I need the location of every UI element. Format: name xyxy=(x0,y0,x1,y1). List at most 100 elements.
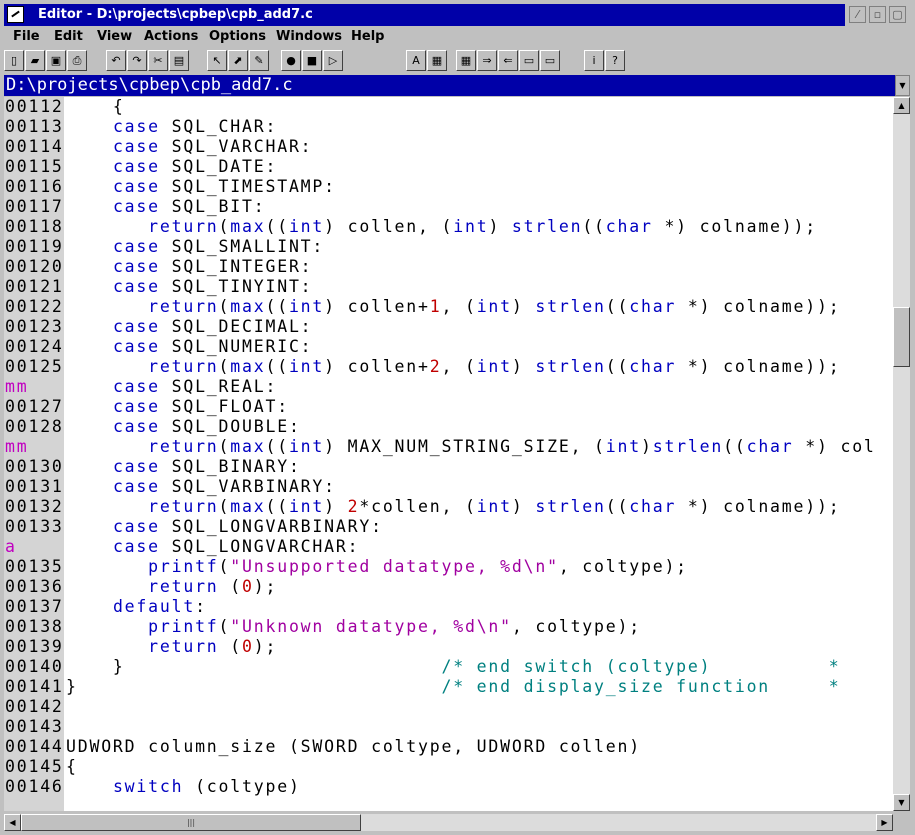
tile-button[interactable]: ▦ xyxy=(456,50,476,71)
title-bar[interactable]: Editor - D:\projects\cpbep\cpb_add7.c xyxy=(4,4,845,26)
code-line[interactable]: 00112 { xyxy=(4,97,893,117)
cut-button[interactable]: ✂ xyxy=(148,50,168,71)
menu-file[interactable]: File xyxy=(13,29,40,44)
line-marker: a xyxy=(5,537,17,556)
code-line[interactable]: 00133 case SQL_LONGVARBINARY: xyxy=(4,517,893,537)
compile-button[interactable]: ▭ xyxy=(519,50,539,71)
code-text: return(max((int) 2*collen, (int) strlen(… xyxy=(148,497,841,516)
new-file-icon: ▯ xyxy=(10,54,18,67)
horizontal-scrollbar[interactable]: ◀ ||| ▶ xyxy=(4,814,893,831)
new-file-button[interactable]: ▯ xyxy=(4,50,24,71)
code-text: case SQL_LONGVARBINARY: xyxy=(112,517,383,536)
code-line[interactable]: 00118 return(max((int) collen, (int) str… xyxy=(4,217,893,237)
minimize-button[interactable]: ⁄ xyxy=(849,6,866,23)
undo-button[interactable]: ↶ xyxy=(106,50,126,71)
menu-options[interactable]: Options xyxy=(209,29,266,44)
line-number: 00142 xyxy=(5,697,64,716)
play-icon: ▷ xyxy=(328,54,338,67)
redo-button[interactable]: ↷ xyxy=(127,50,147,71)
code-line[interactable]: 00117 case SQL_BIT: xyxy=(4,197,893,217)
code-line[interactable]: 00136 return (0); xyxy=(4,577,893,597)
code-line[interactable]: 00135 printf("Unsupported datatype, %d\n… xyxy=(4,557,893,577)
folder-arrow-button[interactable]: ⇒ xyxy=(477,50,497,71)
open-folder-button[interactable]: ▰ xyxy=(25,50,45,71)
menu-edit[interactable]: Edit xyxy=(54,29,83,44)
code-line[interactable]: 00127 case SQL_FLOAT: xyxy=(4,397,893,417)
code-line[interactable]: a case SQL_LONGVARCHAR: xyxy=(4,537,893,557)
code-line[interactable]: 00138 printf("Unknown datatype, %d\n", c… xyxy=(4,617,893,637)
select-icon: ⬈ xyxy=(233,54,243,67)
play-button[interactable]: ▷ xyxy=(323,50,343,71)
toolbar: ▯ ▰ ▣ ⎙ ↶ ↷ ✂ ▤ ↖ ⬈ ✎ ● ■ ▷ A ▦ ▦ ⇒ ⇐ ▭ ▭ i? xyxy=(4,49,909,73)
line-number: 00141 xyxy=(5,677,64,696)
code-text: case SQL_DECIMAL: xyxy=(112,317,313,336)
menu-view[interactable]: View xyxy=(97,29,132,44)
code-line[interactable]: 00122 return(max((int) collen+1, (int) s… xyxy=(4,297,893,317)
build-button[interactable]: ▭ xyxy=(540,50,560,71)
code-line[interactable]: 00139 return (0); xyxy=(4,637,893,657)
code-line[interactable]: 00114 case SQL_VARCHAR: xyxy=(4,137,893,157)
code-line[interactable]: 00132 return(max((int) 2*collen, (int) s… xyxy=(4,497,893,517)
scroll-left-button[interactable]: ◀ xyxy=(4,814,21,831)
line-number: 00131 xyxy=(5,477,64,496)
code-line[interactable]: 00125 return(max((int) collen+2, (int) s… xyxy=(4,357,893,377)
file-path-bar[interactable]: D:\projects\cpbep\cpb_add7.c xyxy=(4,75,895,96)
vertical-scrollbar[interactable]: ▲ ▼ xyxy=(893,97,910,811)
select-button[interactable]: ⬈ xyxy=(228,50,248,71)
record-button[interactable]: ● xyxy=(281,50,301,71)
code-line[interactable]: 00128 case SQL_DOUBLE: xyxy=(4,417,893,437)
editor-app-icon[interactable] xyxy=(7,6,24,23)
restore-button[interactable]: ▫ xyxy=(869,6,886,23)
menu-help[interactable]: Help xyxy=(351,29,384,44)
stop-button[interactable]: ■ xyxy=(302,50,322,71)
cursor-button[interactable]: ↖ xyxy=(207,50,227,71)
save-button[interactable]: ▣ xyxy=(46,50,66,71)
code-line[interactable]: 00145{ xyxy=(4,757,893,777)
compile-icon: ▭ xyxy=(523,54,535,67)
grid-button[interactable]: ▦ xyxy=(427,50,447,71)
folder-arrow-icon: ⇒ xyxy=(482,54,492,67)
code-line[interactable]: 00141} /* end display_size function * xyxy=(4,677,893,697)
code-text: return(max((int) MAX_NUM_STRING_SIZE, (i… xyxy=(148,437,876,456)
info-button[interactable]: i xyxy=(584,50,604,71)
print-button[interactable]: ⎙ xyxy=(67,50,87,71)
path-dropdown-button[interactable]: ▼ xyxy=(895,75,910,96)
code-line[interactable]: 00142 xyxy=(4,697,893,717)
code-text: case SQL_DOUBLE: xyxy=(112,417,301,436)
code-line[interactable]: 00137 default: xyxy=(4,597,893,617)
maximize-button[interactable]: ▢ xyxy=(889,6,906,23)
code-line[interactable]: 00113 case SQL_CHAR: xyxy=(4,117,893,137)
code-line[interactable]: 00144 UDWORD column_size (SWORD coltype, … xyxy=(4,737,893,757)
horizontal-scroll-thumb[interactable]: ||| xyxy=(21,814,361,831)
scroll-down-button[interactable]: ▼ xyxy=(893,794,910,811)
font-button[interactable]: A xyxy=(406,50,426,71)
code-line[interactable]: 00115 case SQL_DATE: xyxy=(4,157,893,177)
code-line[interactable]: 00143 xyxy=(4,717,893,737)
scroll-right-button[interactable]: ▶ xyxy=(876,814,893,831)
help-button[interactable]: ? xyxy=(605,50,625,71)
code-line[interactable]: mm case SQL_REAL: xyxy=(4,377,893,397)
menu-actions[interactable]: Actions xyxy=(144,29,198,44)
line-number: 00127 xyxy=(5,397,64,416)
pencil-button[interactable]: ✎ xyxy=(249,50,269,71)
vertical-scroll-thumb[interactable] xyxy=(893,307,910,367)
code-line[interactable]: mm return(max((int) MAX_NUM_STRING_SIZE,… xyxy=(4,437,893,457)
code-line[interactable]: 00116 case SQL_TIMESTAMP: xyxy=(4,177,893,197)
line-number: 00140 xyxy=(5,657,64,676)
code-line[interactable]: 00130 case SQL_BINARY: xyxy=(4,457,893,477)
code-editor[interactable]: 00112 {00113 case SQL_CHAR: 00114 case SQ… xyxy=(4,97,893,811)
code-line[interactable]: 00121 case SQL_TINYINT: xyxy=(4,277,893,297)
code-line[interactable]: 00140 } /* end switch (coltype) * xyxy=(4,657,893,677)
code-line[interactable]: 00146 switch (coltype) xyxy=(4,777,893,797)
code-line[interactable]: 00119 case SQL_SMALLINT: xyxy=(4,237,893,257)
code-line[interactable]: 00120 case SQL_INTEGER: xyxy=(4,257,893,277)
code-text: UDWORD column_size (SWORD coltype, UDWOR… xyxy=(66,737,641,756)
code-text: return(max((int) collen+1, (int) strlen(… xyxy=(148,297,841,316)
code-line[interactable]: 00124 case SQL_NUMERIC: xyxy=(4,337,893,357)
paste-button[interactable]: ▤ xyxy=(169,50,189,71)
scroll-up-button[interactable]: ▲ xyxy=(893,97,910,114)
folder-back-button[interactable]: ⇐ xyxy=(498,50,518,71)
menu-windows[interactable]: Windows xyxy=(276,29,342,44)
code-line[interactable]: 00131 case SQL_VARBINARY: xyxy=(4,477,893,497)
code-line[interactable]: 00123 case SQL_DECIMAL: xyxy=(4,317,893,337)
